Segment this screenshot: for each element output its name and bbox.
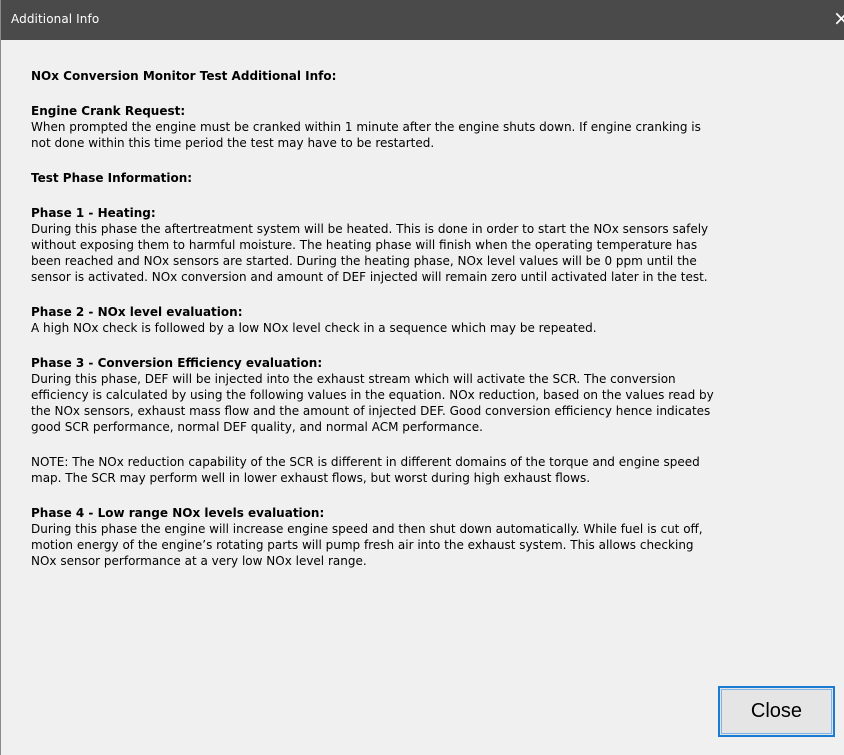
additional-info-dialog: Additional Info × NOx Conversion Monitor…	[0, 0, 844, 755]
phase1-line: During this phase the aftertreatment sys…	[31, 222, 709, 236]
close-button-label: Close	[750, 700, 803, 722]
phase4-line: During this phase the engine will increa…	[31, 522, 703, 536]
phase2-line: A high NOx check is followed by a low NO…	[31, 321, 597, 335]
phase2-title: Phase 2 - NOx level evaluation:	[31, 305, 243, 319]
test-phase-heading: Test Phase Information:	[31, 171, 193, 185]
phase3-line: the NOx sensors, exhaust mass flow and t…	[31, 404, 711, 418]
phase3-line: During this phase, DEF will be injected …	[31, 372, 676, 386]
close-button[interactable]: Close	[718, 686, 835, 737]
note-line: map. The SCR may perform well in lower e…	[31, 471, 591, 485]
info-content: NOx Conversion Monitor Test Additional I…	[31, 68, 831, 569]
phase3-title: Phase 3 - Conversion Efficiency evaluati…	[31, 356, 323, 370]
phase1-line: sensor is activated. NOx conversion and …	[31, 270, 708, 284]
main-heading: NOx Conversion Monitor Test Additional I…	[31, 69, 337, 83]
engine-crank-line: When prompted the engine must be cranked…	[31, 120, 701, 134]
phase4-title: Phase 4 - Low range NOx levels evaluatio…	[31, 506, 325, 520]
phase3-line: efficiency is calculated by using the fo…	[31, 388, 714, 402]
phase3-line: good SCR performance, normal DEF quality…	[31, 420, 483, 434]
engine-crank-line: not done within this time period the tes…	[31, 136, 435, 150]
close-icon[interactable]: ×	[833, 8, 844, 28]
title-bar[interactable]: Additional Info ×	[1, 0, 844, 40]
engine-crank-title: Engine Crank Request:	[31, 104, 186, 118]
phase4-line: NOx sensor performance at a very low NOx…	[31, 554, 367, 568]
note-line: NOTE: The NOx reduction capability of th…	[31, 455, 700, 469]
phase1-line: been reached and NOx sensors are started…	[31, 254, 697, 268]
window-title: Additional Info	[11, 12, 100, 26]
phase1-line: without exposing them to harmful moistur…	[31, 238, 698, 252]
phase1-title: Phase 1 - Heating:	[31, 206, 156, 220]
phase4-line: motion energy of the engine’s rotating p…	[31, 538, 694, 552]
